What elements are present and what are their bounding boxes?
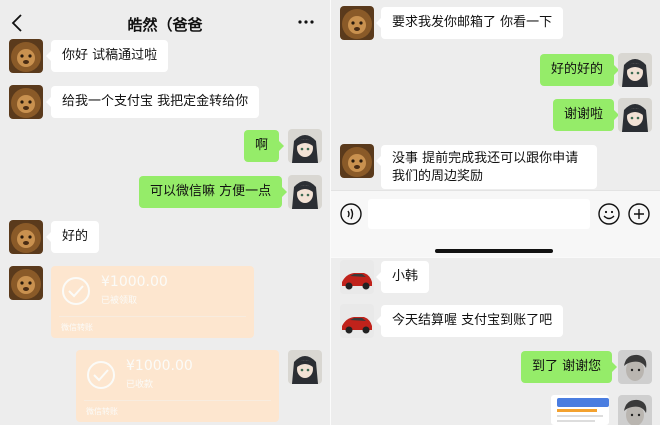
- chat-right-top-pane: 要求我发你邮箱了 你看一下 好的好的 谢谢啦 没事 提前完成我还可以跟你申请我们…: [331, 0, 660, 258]
- divider: [59, 316, 246, 317]
- avatar[interactable]: [618, 395, 652, 425]
- check-circle-icon: [62, 277, 90, 305]
- chat-header: 皓然（爸爸: [0, 0, 330, 46]
- emoji-icon[interactable]: [598, 203, 620, 225]
- input-bar: [331, 190, 660, 258]
- avatar[interactable]: [340, 144, 374, 178]
- message-bubble[interactable]: 你好 试稿通过啦: [45, 40, 169, 72]
- avatar[interactable]: [9, 39, 43, 73]
- message-bubble[interactable]: 好的好的: [540, 54, 620, 86]
- transfer-card[interactable]: ¥1000.00 已被领取 微信转账: [51, 266, 254, 338]
- image-thumbnail[interactable]: [551, 395, 609, 425]
- divider: [84, 400, 271, 401]
- avatar[interactable]: [340, 260, 374, 294]
- avatar[interactable]: [288, 129, 322, 163]
- message-bubble[interactable]: 没事 提前完成我还可以跟你申请我们的周边奖励: [376, 145, 597, 189]
- message-bubble[interactable]: 今天结算喔 支付宝到账了吧: [375, 305, 564, 337]
- message-bubble[interactable]: 要求我发你邮箱了 你看一下: [375, 7, 564, 39]
- avatar[interactable]: [9, 266, 43, 300]
- avatar[interactable]: [288, 175, 322, 209]
- screenshot-collage: 皓然（爸爸 你好 试稿通过啦 给我一个支付宝 我把定金转给你 啊 可以微信嘛 方…: [0, 0, 660, 425]
- chat-left-pane: 皓然（爸爸 你好 试稿通过啦 给我一个支付宝 我把定金转给你 啊 可以微信嘛 方…: [0, 0, 330, 425]
- avatar[interactable]: [288, 350, 322, 384]
- page-title: 皓然（爸爸: [127, 16, 203, 34]
- transfer-card[interactable]: ¥1000.00 已收款 微信转账: [76, 350, 279, 422]
- transfer-status: 已收款: [126, 380, 154, 390]
- message-bubble[interactable]: 好的: [45, 221, 100, 253]
- avatar[interactable]: [340, 304, 374, 338]
- avatar[interactable]: [618, 350, 652, 384]
- transfer-status: 已被领取: [101, 296, 138, 306]
- more-icon[interactable]: [298, 20, 314, 24]
- transfer-label: 微信转账: [86, 407, 118, 416]
- transfer-amount: ¥1000.00: [126, 358, 193, 374]
- avatar[interactable]: [340, 6, 374, 40]
- message-bubble[interactable]: 可以微信嘛 方便一点: [139, 176, 288, 208]
- avatar[interactable]: [9, 220, 43, 254]
- chat-right-bottom-pane: 小韩 今天结算喔 支付宝到账了吧 到了 谢谢您: [331, 258, 660, 425]
- message-bubble[interactable]: 小韩: [375, 261, 430, 293]
- transfer-label: 微信转账: [61, 323, 93, 332]
- message-bubble[interactable]: 到了 谢谢您: [521, 351, 618, 383]
- plus-icon[interactable]: [628, 203, 650, 225]
- avatar[interactable]: [618, 53, 652, 87]
- avatar[interactable]: [618, 98, 652, 132]
- avatar[interactable]: [9, 85, 43, 119]
- voice-icon[interactable]: [340, 203, 362, 225]
- transfer-amount: ¥1000.00: [101, 274, 168, 290]
- message-input[interactable]: [368, 199, 590, 229]
- check-circle-icon: [87, 361, 115, 389]
- message-bubble[interactable]: 给我一个支付宝 我把定金转给你: [45, 86, 260, 118]
- home-indicator: [435, 249, 553, 253]
- message-bubble[interactable]: 谢谢啦: [553, 99, 620, 131]
- message-bubble[interactable]: 啊: [244, 130, 285, 162]
